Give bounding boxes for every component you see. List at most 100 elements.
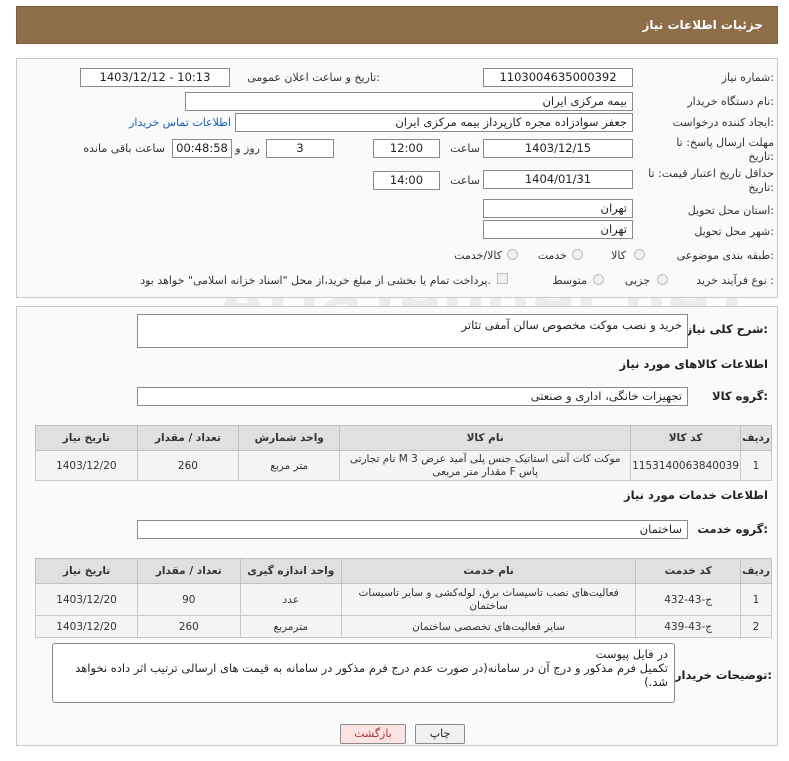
buyer-notes-label: توضیحات خریدار: xyxy=(674,668,772,682)
city-field: تهران xyxy=(483,220,633,239)
services-row-date: 1403/12/20 xyxy=(34,583,139,616)
services-row-name-l2: ساختمان xyxy=(469,599,508,612)
category-service-radio[interactable] xyxy=(572,249,583,260)
buyer-org-label: نام دستگاه خریدار: xyxy=(687,95,774,108)
description-textarea[interactable]: خرید و نصب موکت مخصوص سالن آمفی تئاتر xyxy=(137,314,688,348)
table-row: 1 1153140063840039 موکت کات آنتی استاتیک… xyxy=(35,450,772,481)
goods-row-qty: 260 xyxy=(136,450,240,481)
buyer-notes-line2: تکمیل فرم مذکور و درج آن در سامانه(در صو… xyxy=(75,661,668,675)
category-goods-label: کالا xyxy=(611,249,626,262)
services-row-idx: 1 xyxy=(740,583,772,616)
reply-deadline-time: 12:00 xyxy=(373,139,440,158)
description-text: خرید و نصب موکت مخصوص سالن آمفی تئاتر xyxy=(461,318,682,332)
goods-row-name-l2: پاس F مقدار متر مربعی xyxy=(432,465,538,478)
page-title: جزئیات اطلاعات نیاز xyxy=(642,18,763,32)
services-section-title: اطلاعات خدمات مورد نیاز xyxy=(624,488,768,502)
category-label: طبقه بندی موضوعی: xyxy=(676,249,774,262)
remaining-time: 00:48:58 xyxy=(172,139,232,158)
services-col-date: تاریخ نیاز xyxy=(34,558,139,584)
treasury-note: پرداخت تمام یا بخشی از مبلغ خرید،از محل … xyxy=(140,274,491,287)
services-row-qty: 260 xyxy=(137,615,241,638)
remaining-days: 3 xyxy=(266,139,334,158)
goods-col-qty: تعداد / مقدار xyxy=(136,425,240,451)
services-row-name: فعالیت‌های نصب تاسیسات برق، لوله‌کشی و س… xyxy=(340,583,637,616)
back-button[interactable]: بازگشت xyxy=(340,724,406,744)
page-header: جزئیات اطلاعات نیاز xyxy=(16,6,778,44)
category-goods-radio[interactable] xyxy=(634,249,645,260)
price-validity-date-label: تاریخ: xyxy=(748,181,774,194)
price-validity-time: 14:00 xyxy=(373,171,440,190)
description-label: شرح کلی نیاز: xyxy=(685,322,768,336)
category-service-label: خدمت xyxy=(537,249,567,262)
province-label: استان محل تحویل: xyxy=(687,204,774,217)
services-table-header: ردیف کد خدمت نام خدمت واحد اندازه گیری ت… xyxy=(34,558,772,584)
creator-label: ایجاد کننده درخواست: xyxy=(672,116,774,129)
buyer-notes-line3: شد.) xyxy=(644,675,668,689)
goods-col-code: کد کالا xyxy=(630,425,742,451)
goods-group-field: تجهیزات خانگی، اداری و صنعتی xyxy=(137,387,688,406)
price-validity-label: حداقل تاریخ اعتبار قیمت: تا xyxy=(648,167,774,180)
goods-col-date: تاریخ نیاز xyxy=(35,425,138,451)
goods-table: ردیف کد کالا نام کالا واحد شمارش تعداد /… xyxy=(35,425,772,481)
remaining-label: ساعت باقی مانده xyxy=(83,142,165,155)
goods-row-name-l1: موکت کات آنتی استاتیک جنس پلی آمید عرض 3… xyxy=(349,452,621,465)
services-col-unit: واحد اندازه گیری xyxy=(239,558,342,584)
services-col-idx: ردیف xyxy=(740,558,772,584)
table-row: 1 ج-43-432 فعالیت‌های نصب تاسیسات برق، ل… xyxy=(34,583,772,616)
services-group-field: ساختمان xyxy=(137,520,688,539)
creator-field: جعفر سوادزاده مجره کارپرداز بیمه مرکزی ا… xyxy=(235,113,633,132)
goods-row-code: 1153140063840039 xyxy=(630,450,742,481)
goods-row-date: 1403/12/20 xyxy=(35,450,138,481)
province-field: تهران xyxy=(483,199,633,218)
announce-datetime-label: تاریخ و ساعت اعلان عمومی: xyxy=(247,71,380,84)
buyer-contact-link[interactable]: اطلاعات تماس خریدار xyxy=(129,116,231,129)
goods-col-name: نام کالا xyxy=(339,425,632,451)
goods-col-unit: واحد شمارش xyxy=(238,425,341,451)
services-group-label: گروه خدمت: xyxy=(697,522,768,536)
process-medium-radio[interactable] xyxy=(593,274,604,285)
category-goods-service-label: کالا/خدمت xyxy=(454,249,502,262)
goods-table-header: ردیف کد کالا نام کالا واحد شمارش تعداد /… xyxy=(35,425,772,451)
services-row-qty: 90 xyxy=(137,583,241,616)
treasury-payment-checkbox[interactable] xyxy=(497,273,508,284)
process-label: نوع فرآیند خرید : xyxy=(696,274,774,287)
services-col-code: کد خدمت xyxy=(635,558,742,584)
services-row-code: ج-43-439 xyxy=(635,615,742,638)
print-button[interactable]: چاپ xyxy=(415,724,465,744)
services-row-name: سایر فعالیت‌های تخصصی ساختمان xyxy=(340,615,637,638)
process-medium-label: متوسط xyxy=(552,274,587,287)
services-table: ردیف کد خدمت نام خدمت واحد اندازه گیری ت… xyxy=(34,558,772,638)
reply-deadline-date-label: تاریخ: xyxy=(748,150,774,163)
buyer-org-field: بیمه مرکزی ایران xyxy=(185,92,633,111)
services-row-name-l1: فعالیت‌های نصب تاسیسات برق، لوله‌کشی و س… xyxy=(358,586,619,599)
need-number-label: شماره نیاز: xyxy=(721,71,774,84)
goods-row-name: موکت کات آنتی استاتیک جنس پلی آمید عرض 3… xyxy=(339,450,632,481)
services-col-qty: تعداد / مقدار xyxy=(137,558,241,584)
services-row-unit: مترمربع xyxy=(239,615,342,638)
city-label: شهر محل تحویل: xyxy=(694,225,774,238)
category-goods-service-radio[interactable] xyxy=(507,249,518,260)
announce-datetime-field: 1403/12/12 - 10:13 xyxy=(80,68,230,87)
goods-section-title: اطلاعات کالاهای مورد نیاز xyxy=(619,357,768,371)
table-row: 2 ج-43-439 سایر فعالیت‌های تخصصی ساختمان… xyxy=(34,615,772,638)
services-col-name: نام خدمت xyxy=(340,558,637,584)
goods-col-idx: ردیف xyxy=(740,425,772,451)
reply-deadline-label: مهلت ارسال پاسخ: تا xyxy=(676,136,774,149)
services-row-code: ج-43-432 xyxy=(635,583,742,616)
buyer-notes-box: در فایل پیوست تکمیل فرم مذکور و درج آن د… xyxy=(52,643,675,703)
goods-row-unit: متر مربع xyxy=(238,450,341,481)
reply-time-label: ساعت xyxy=(450,142,480,155)
process-partial-radio[interactable] xyxy=(657,274,668,285)
validity-time-label: ساعت xyxy=(450,174,480,187)
services-row-date: 1403/12/20 xyxy=(34,615,139,638)
goods-group-label: گروه کالا: xyxy=(712,389,768,403)
services-row-unit: عدد xyxy=(239,583,342,616)
price-validity-date: 1404/01/31 xyxy=(483,170,633,189)
process-partial-label: جزیی xyxy=(624,274,650,287)
reply-deadline-date: 1403/12/15 xyxy=(483,139,633,158)
days-label: روز و xyxy=(235,142,260,155)
services-row-idx: 2 xyxy=(740,615,772,638)
buyer-notes-line1: در فایل پیوست xyxy=(595,647,668,661)
goods-row-idx: 1 xyxy=(740,450,772,481)
need-number-field: 1103004635000392 xyxy=(483,68,633,87)
